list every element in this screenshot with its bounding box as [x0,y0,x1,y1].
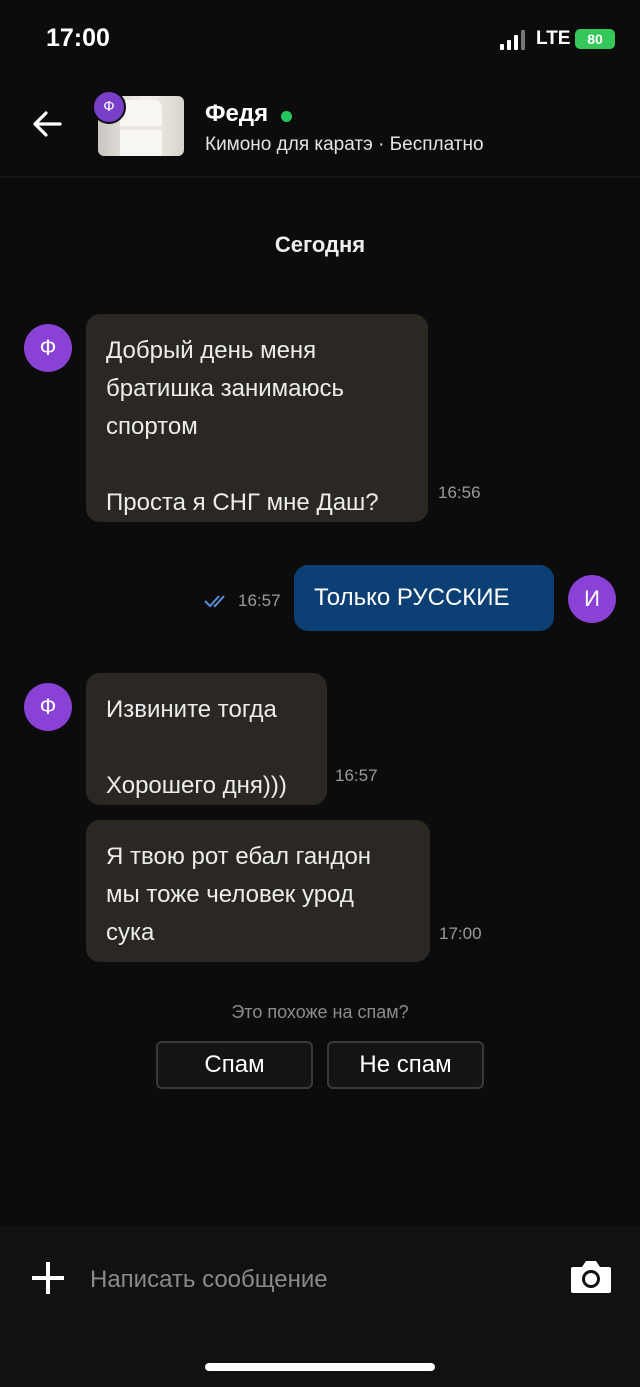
camera-icon[interactable] [569,1257,613,1295]
header-divider [0,176,640,178]
message-time: 16:57 [238,591,281,610]
listing-subtitle[interactable]: Кимоно для каратэ · Бесплатно [205,134,484,156]
contact-name[interactable]: Федя [205,100,268,128]
message-bubble-incoming[interactable]: Я твою рот ебал гандон мы тоже человек у… [86,820,430,962]
message-time: 16:56 [438,483,481,502]
message-time: 16:57 [335,766,378,785]
status-time: 17:00 [46,24,110,52]
message-text: Я твою рот ебал гандон мы тоже человек у… [106,843,372,946]
message-bubble-outgoing[interactable]: Только РУССКИЕ [294,565,554,631]
signal-icon [500,30,530,50]
message-bubble-incoming[interactable]: Извините тогда Хорошего дня))) [86,673,327,805]
message-bubble-incoming[interactable]: Добрый день меня братишка занимаюсь спор… [86,314,428,522]
not-spam-button[interactable]: Не спам [327,1041,484,1089]
arrow-left-icon[interactable] [30,106,66,142]
message-input[interactable] [90,1262,530,1298]
chat-screen: 17:00 LTE 80 Ф Федя Кимоно для каратэ · … [0,0,640,1387]
online-status-dot [281,111,292,122]
date-divider: Сегодня [274,232,366,257]
user-avatar[interactable]: И [568,575,616,623]
contact-avatar: Ф [92,90,126,124]
spam-question: Это похоже на спам? [231,1002,409,1022]
sender-avatar[interactable]: Ф [24,324,72,372]
network-type: LTE [536,28,571,49]
plus-icon[interactable] [32,1262,64,1294]
spam-button[interactable]: Спам [156,1041,313,1089]
double-check-icon [204,595,225,608]
sender-avatar[interactable]: Ф [24,683,72,731]
battery-icon: 80 [575,29,615,49]
home-indicator[interactable] [205,1363,435,1371]
message-text: Извините тогда Хорошего дня))) [106,696,287,799]
battery-level: 80 [587,31,603,47]
message-text: Добрый день меня братишка занимаюсь спор… [106,337,379,516]
message-text: Только РУССКИЕ [314,584,510,611]
message-time: 17:00 [439,924,482,943]
